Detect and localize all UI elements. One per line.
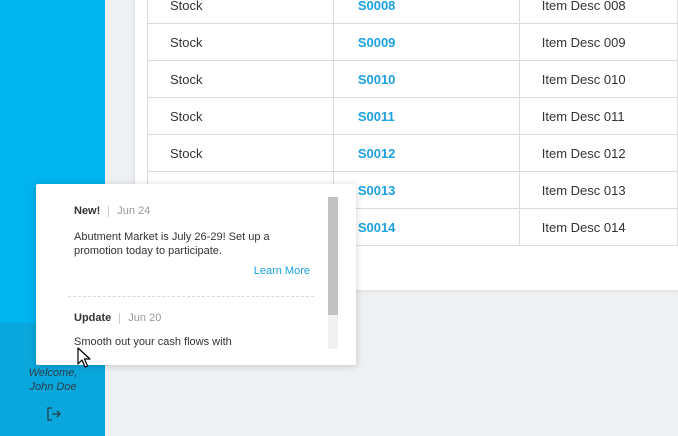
row-type-cell: Stock xyxy=(147,23,334,61)
table-row[interactable]: Stock S0011 Item Desc 011 xyxy=(147,97,678,135)
notification-item: New! Jun 24 Abutment Market is July 26-2… xyxy=(74,204,310,277)
row-code-link[interactable]: S0008 xyxy=(332,0,520,24)
logout-icon[interactable] xyxy=(46,406,62,422)
row-description-cell: Item Desc 010 xyxy=(518,60,678,98)
row-code-link[interactable]: S0010 xyxy=(332,60,520,98)
row-description-cell: Item Desc 014 xyxy=(518,208,678,246)
row-type-cell: Stock xyxy=(147,60,334,98)
row-description-cell: Item Desc 012 xyxy=(518,134,678,172)
notifications-popup: New! Jun 24 Abutment Market is July 26-2… xyxy=(36,184,356,365)
row-type-cell: Stock xyxy=(147,134,334,172)
row-code-link[interactable]: S0013 xyxy=(332,171,520,209)
table-row[interactable]: Stock S0008 Item Desc 008 xyxy=(147,0,678,24)
table-row[interactable]: Stock S0009 Item Desc 009 xyxy=(147,23,678,61)
notification-date: Jun 24 xyxy=(117,205,151,217)
table-row[interactable]: Stock S0012 Item Desc 012 xyxy=(147,134,678,172)
notifications-list[interactable]: New! Jun 24 Abutment Market is July 26-2… xyxy=(36,184,326,349)
table-row[interactable]: Stock S0010 Item Desc 010 xyxy=(147,60,678,98)
row-description-cell: Item Desc 013 xyxy=(518,171,678,209)
notification-date: Jun 20 xyxy=(128,312,162,324)
notification-item: Update Jun 20 Smooth out your cash flows… xyxy=(74,311,310,349)
learn-more-link[interactable]: Learn More xyxy=(74,265,310,277)
notification-divider xyxy=(68,296,314,297)
notification-title: Update xyxy=(74,312,112,324)
row-code-link[interactable]: S0014 xyxy=(332,208,520,246)
row-type-cell: Stock xyxy=(147,97,334,135)
row-code-link[interactable]: S0009 xyxy=(332,23,520,61)
row-description-cell: Item Desc 011 xyxy=(518,97,678,135)
welcome-text: Welcome, John Doe xyxy=(14,366,92,394)
scrollbar-thumb[interactable] xyxy=(328,197,338,315)
divider xyxy=(108,205,110,217)
row-code-link[interactable]: S0011 xyxy=(332,97,520,135)
row-code-link[interactable]: S0012 xyxy=(332,134,520,172)
row-description-cell: Item Desc 009 xyxy=(518,23,678,61)
row-type-cell: Stock xyxy=(147,0,334,24)
user-name: John Doe xyxy=(29,381,77,393)
notification-body: Smooth out your cash flows with xyxy=(74,336,232,348)
notification-body: Abutment Market is July 26-29! Set up a … xyxy=(74,231,270,257)
divider xyxy=(119,312,121,324)
notification-title: New! xyxy=(74,205,101,217)
row-description-cell: Item Desc 008 xyxy=(518,0,678,24)
mouse-cursor-icon xyxy=(77,347,93,369)
